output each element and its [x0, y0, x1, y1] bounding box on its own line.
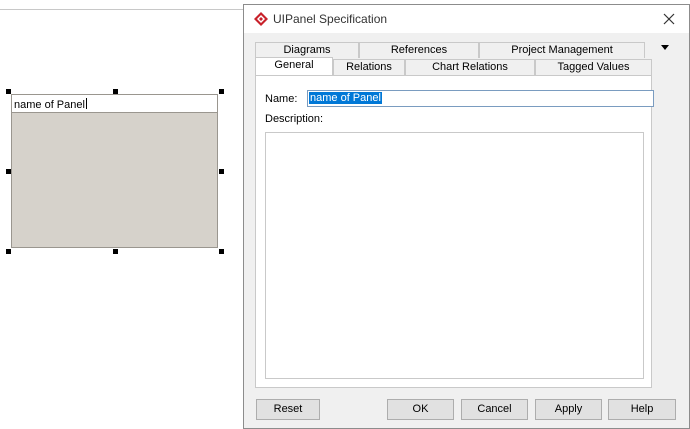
resize-handle-top[interactable] [113, 89, 118, 94]
name-field-selected-text: name of Panel [309, 92, 382, 104]
resize-handle-bottom-right[interactable] [219, 249, 224, 254]
general-tab-panel: Name: name of Panel Description: [255, 75, 654, 388]
tab-project-management[interactable]: Project Management [479, 42, 645, 58]
resize-handle-top-left[interactable] [6, 89, 11, 94]
resize-handle-left[interactable] [6, 169, 11, 174]
description-label: Description: [265, 113, 324, 125]
diamond-app-icon [254, 12, 268, 26]
text-caret [85, 98, 87, 109]
panel-name-text: name of Panel [14, 99, 85, 111]
resize-handle-right[interactable] [219, 169, 224, 174]
description-textarea[interactable] [265, 132, 644, 379]
help-button[interactable]: Help [608, 399, 676, 420]
tab-relations[interactable]: Relations [333, 59, 405, 75]
name-label: Name: [265, 93, 298, 105]
cancel-button[interactable]: Cancel [461, 399, 528, 420]
reset-button[interactable]: Reset [256, 399, 320, 420]
ui-panel-shape[interactable]: name of Panel [11, 94, 218, 248]
ok-button[interactable]: OK [387, 399, 454, 420]
dialog-titlebar[interactable]: UIPanel Specification [244, 5, 689, 33]
resize-handle-bottom[interactable] [113, 249, 118, 254]
tab-diagrams[interactable]: Diagrams [255, 42, 359, 58]
canvas-ruler-strip [0, 0, 243, 10]
triangle-down-icon[interactable] [659, 41, 671, 53]
resize-handle-bottom-left[interactable] [6, 249, 11, 254]
apply-button[interactable]: Apply [535, 399, 602, 420]
panel-name-editor[interactable]: name of Panel [12, 95, 217, 113]
dialog-title: UIPanel Specification [273, 12, 388, 26]
resize-handle-top-right[interactable] [219, 89, 224, 94]
tab-chart-relations[interactable]: Chart Relations [405, 59, 535, 75]
uipanel-specification-dialog: UIPanel Specification Diagrams Reference… [243, 4, 690, 429]
close-icon[interactable] [661, 11, 677, 27]
name-field[interactable]: name of Panel [307, 90, 654, 107]
tab-general[interactable]: General [255, 57, 333, 75]
tab-tagged-values[interactable]: Tagged Values [535, 59, 652, 75]
tab-references[interactable]: References [359, 42, 479, 58]
